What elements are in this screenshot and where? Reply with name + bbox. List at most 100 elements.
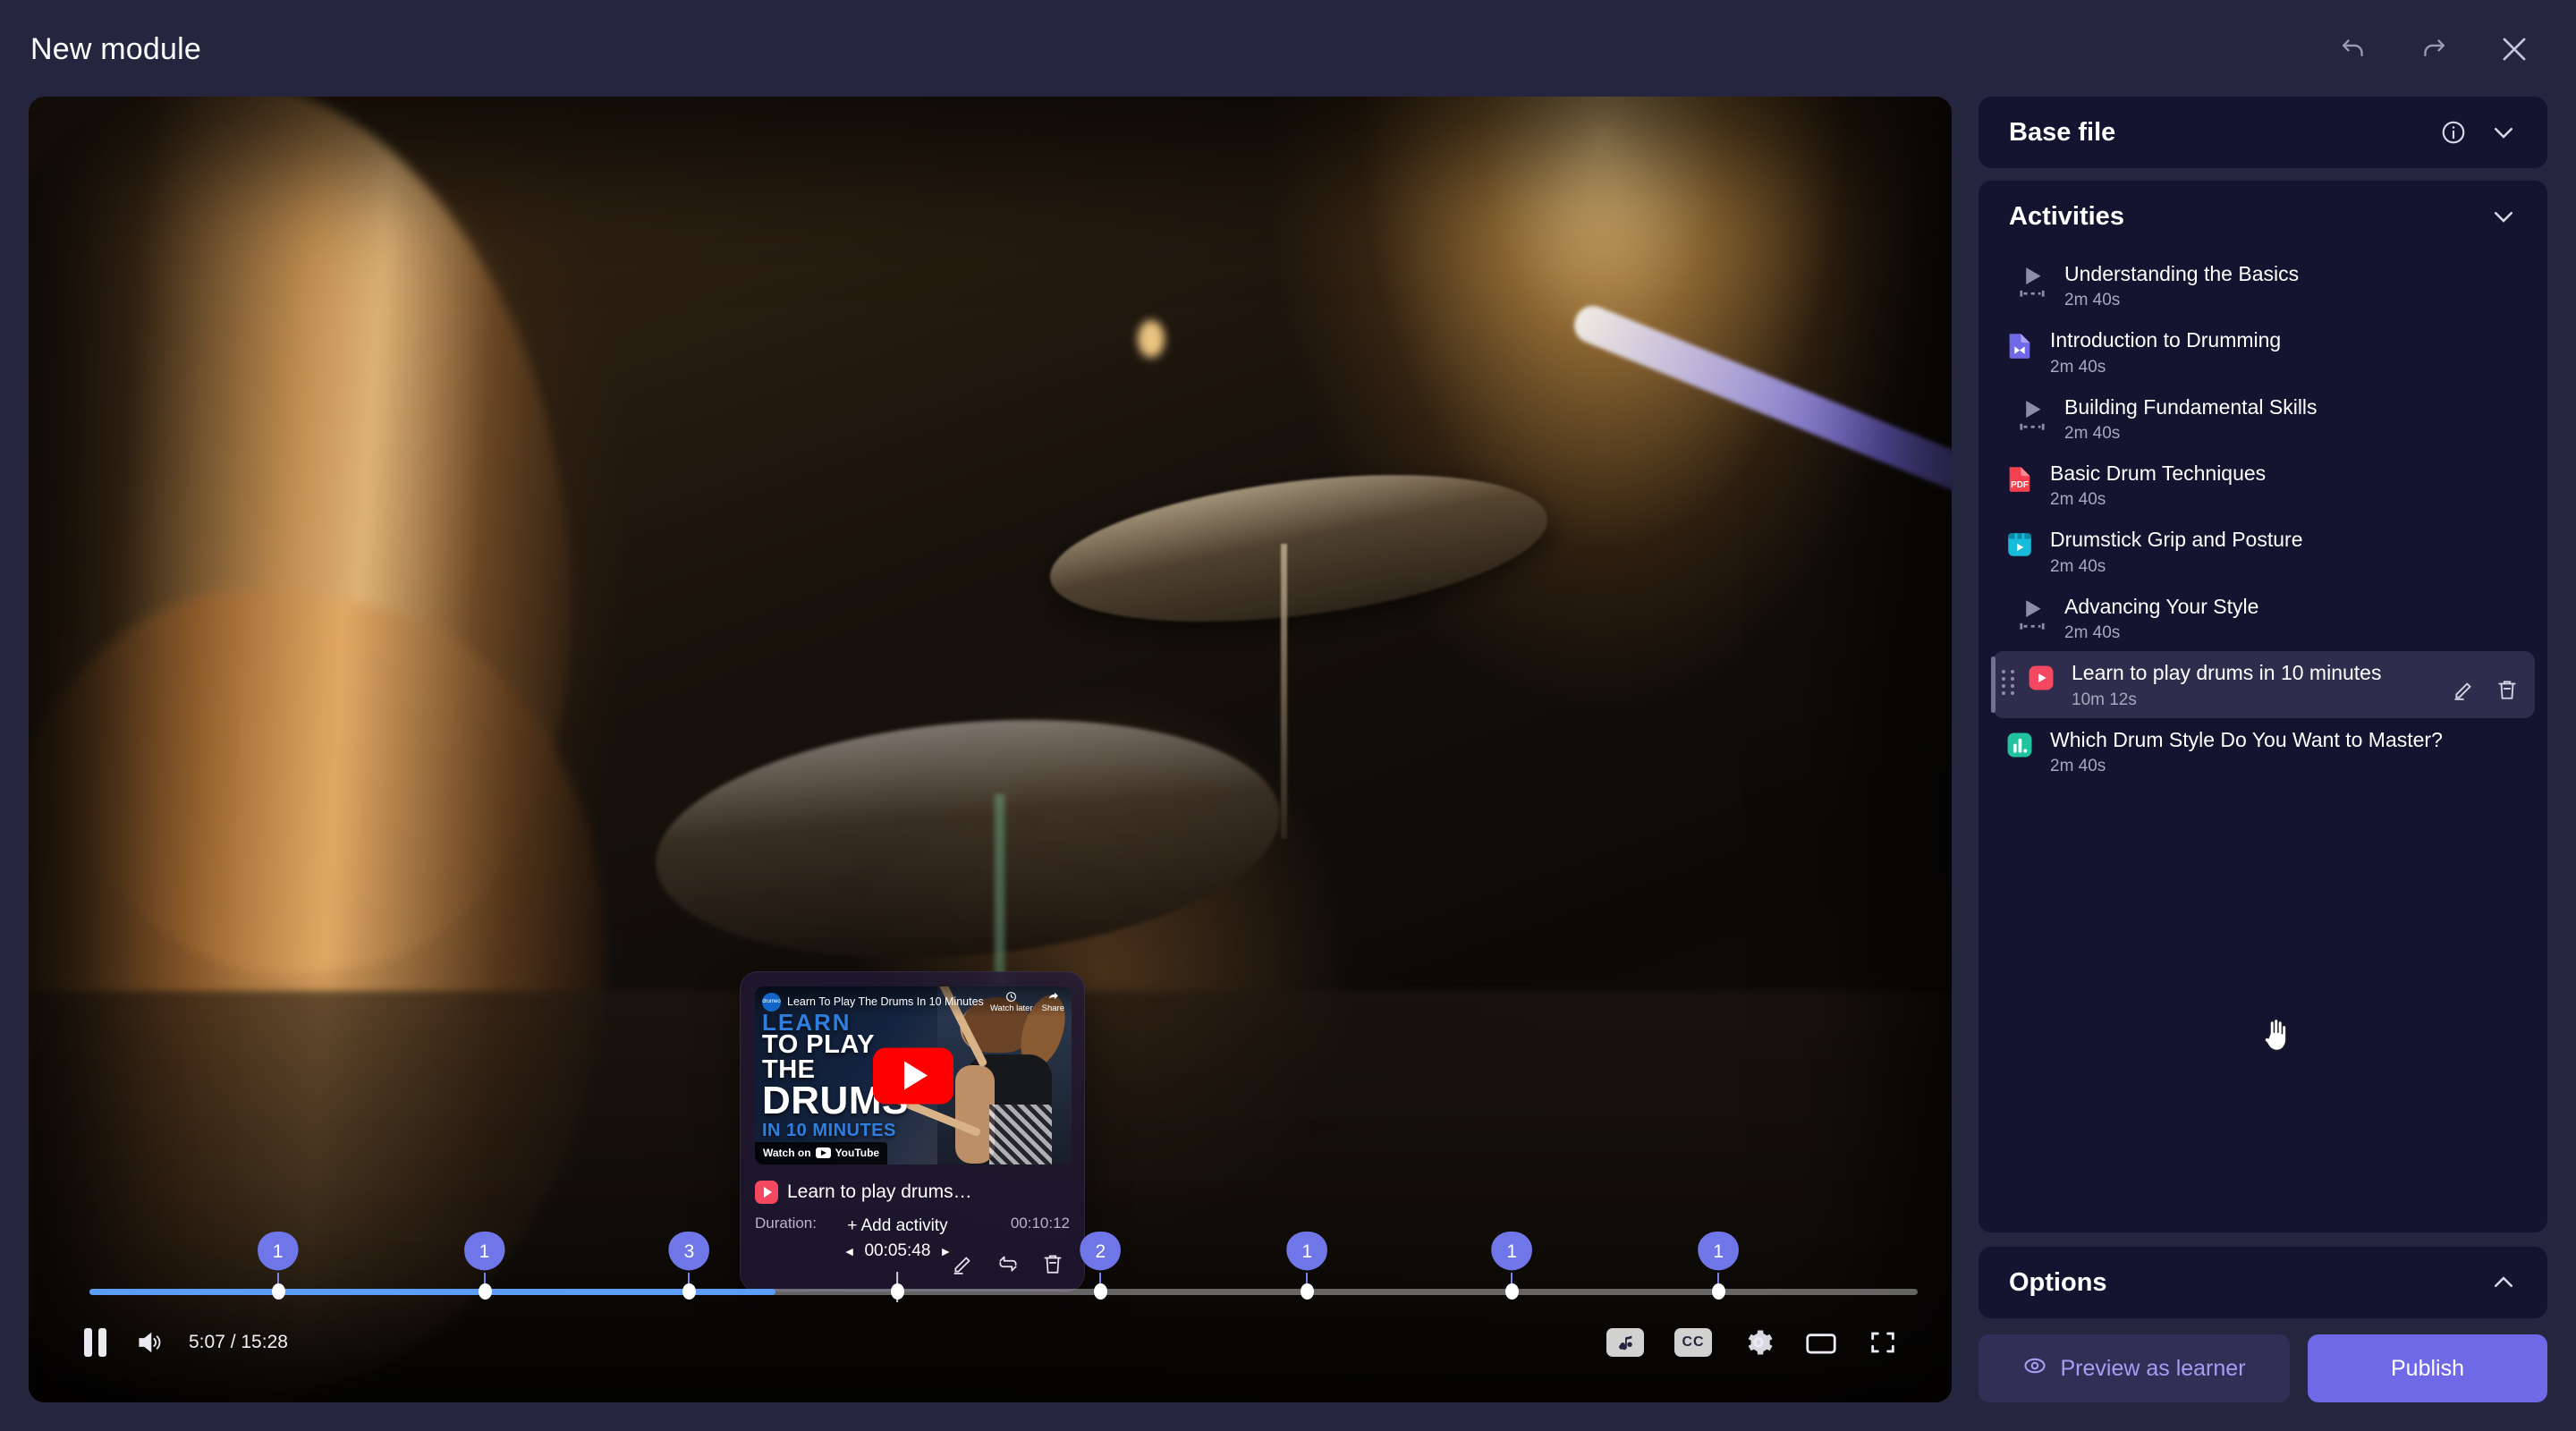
activity-duration: 2m 40s — [2050, 490, 2106, 510]
add-activity-label[interactable]: + Add activity — [843, 1216, 953, 1236]
activity-row[interactable]: Which Drum Style Do You Want to Master? 2… — [1991, 718, 2535, 784]
marker-count-badge[interactable]: 1 — [1698, 1232, 1740, 1271]
marker-count-badge[interactable]: 2 — [1080, 1232, 1122, 1271]
activity-row[interactable]: Drumstick Grip and Posture 2m 40s — [1991, 518, 2535, 584]
step-back-icon[interactable]: ◄ — [843, 1244, 856, 1258]
captions-icon[interactable]: CC — [1674, 1328, 1712, 1357]
activity-row[interactable]: Building Fundamental Skills 2m 40s — [1991, 385, 2535, 452]
channel-avatar: drumeo — [762, 992, 781, 1012]
activity-name: Drumstick Grip and Posture — [2050, 528, 2303, 552]
timeline-marker-dot[interactable] — [271, 1283, 285, 1300]
activity-duration: 2m 40s — [2064, 291, 2121, 310]
chapter-play-icon — [2017, 597, 2047, 635]
publish-label: Publish — [2391, 1355, 2464, 1381]
youtube-video-title: Learn To Play The Drums In 10 Minutes — [787, 995, 984, 1008]
mouse-cursor — [2261, 1016, 2292, 1058]
marker-count-badge[interactable]: 1 — [257, 1232, 299, 1271]
timeline-track[interactable]: 1 1 3 2 1 1 1 — [89, 1232, 1918, 1300]
activity-name: Understanding the Basics — [2064, 262, 2300, 285]
watch-later-label: Watch later — [989, 1003, 1033, 1013]
marker-count-badge[interactable]: 1 — [1491, 1232, 1533, 1271]
player-controls-right: CC — [1606, 1326, 1898, 1359]
publish-button[interactable]: Publish — [2308, 1334, 2547, 1402]
activity-row[interactable]: PDF Basic Drum Techniques 2m 40s — [1991, 452, 2535, 518]
preview-as-learner-label: Preview as learner — [2060, 1355, 2246, 1381]
activity-timeline[interactable]: + Add activity ◄ 00:05:48 ► 1 1 3 2 1 1 1 — [29, 1188, 1952, 1302]
options-title: Options — [2009, 1267, 2107, 1297]
info-icon[interactable] — [2440, 119, 2467, 146]
chapter-play-icon — [2017, 264, 2047, 302]
player-controls: 5:07 / 15:28 CC — [29, 1302, 1952, 1383]
activity-name: Building Fundamental Skills — [2064, 394, 2318, 419]
watch-on-youtube-badge[interactable]: Watch on YouTube — [755, 1142, 888, 1164]
edit-icon[interactable] — [2453, 678, 2476, 706]
options-panel[interactable]: Options — [1979, 1247, 2547, 1318]
volume-button[interactable] — [133, 1328, 165, 1357]
sidebar-footer: Preview as learner Publish — [1979, 1334, 2547, 1402]
activity-duration: 2m 40s — [2064, 623, 2121, 643]
activities-panel: Activities Understanding the Basics 2m 40… — [1979, 181, 2547, 1232]
activity-duration: 2m 40s — [2050, 756, 2106, 775]
app-header: New module — [0, 0, 2576, 98]
activity-row-selected[interactable]: Learn to play drums in 10 minutes 10m 12s — [1991, 651, 2535, 718]
youtube-icon — [2026, 663, 2056, 693]
youtube-thumbnail[interactable]: LEARN TO PLAY THE DRUMS IN 10 MINUTES dr… — [755, 986, 1072, 1164]
marker-count-badge[interactable]: 1 — [463, 1232, 505, 1271]
document-video-icon — [2004, 330, 2035, 360]
chevron-down-icon[interactable] — [2490, 119, 2517, 146]
drag-handle-icon[interactable] — [2002, 670, 2018, 696]
timeline-marker-dot[interactable] — [478, 1283, 492, 1300]
close-icon[interactable] — [2494, 29, 2535, 70]
activity-row[interactable]: Understanding the Basics 2m 40s — [1991, 252, 2535, 318]
delete-icon[interactable] — [2496, 678, 2519, 706]
video-stage[interactable]: LEARN TO PLAY THE DRUMS IN 10 MINUTES dr… — [29, 97, 1952, 1402]
activity-duration: 2m 40s — [2050, 556, 2106, 576]
activity-duration: 2m 40s — [2064, 424, 2121, 444]
youtube-wordmark: YouTube — [835, 1147, 880, 1159]
activity-name: Basic Drum Techniques — [2050, 461, 2267, 486]
activity-name: Advancing Your Style — [2064, 594, 2259, 618]
add-activity-control[interactable]: + Add activity ◄ 00:05:48 ► — [843, 1216, 953, 1302]
undo-icon[interactable] — [2333, 29, 2374, 70]
captions-label: CC — [1682, 1334, 1705, 1350]
fullscreen-icon[interactable] — [1868, 1327, 1898, 1358]
time-display: 5:07 / 15:28 — [189, 1332, 288, 1352]
chevron-up-icon[interactable] — [2490, 1269, 2517, 1296]
playhead-time-row: ◄ 00:05:48 ► — [843, 1241, 953, 1261]
playhead-time: 00:05:48 — [864, 1241, 931, 1260]
step-forward-icon[interactable]: ► — [939, 1244, 952, 1258]
base-file-title: Base file — [2009, 117, 2116, 147]
youtube-topbar: drumeo Learn To Play The Drums In 10 Min… — [755, 986, 1072, 1017]
share-button[interactable]: Share — [1042, 991, 1064, 1013]
activities-header[interactable]: Activities — [1979, 181, 2547, 252]
activity-name: Which Drum Style Do You Want to Master? — [2050, 727, 2443, 751]
base-file-panel[interactable]: Base file — [1979, 97, 2547, 168]
activity-row-tools — [2453, 678, 2519, 706]
watch-later-button[interactable]: Watch later — [990, 991, 1033, 1013]
app-root: New module LEARN TO PLAY THE DRUMS IN 10… — [0, 0, 2576, 1431]
share-label: Share — [1041, 1003, 1064, 1013]
settings-gear-icon[interactable] — [1742, 1326, 1775, 1359]
miniplayer-icon[interactable] — [1805, 1330, 1837, 1355]
options-header[interactable]: Options — [1979, 1247, 2547, 1318]
marker-count-badge[interactable]: 1 — [1286, 1232, 1328, 1271]
activities-list: Understanding the Basics 2m 40s Introducti… — [1979, 252, 2547, 800]
page-title: New module — [30, 31, 201, 66]
activity-row[interactable]: Introduction to Drumming 2m 40s — [1991, 318, 2535, 385]
activity-duration: 2m 40s — [2050, 357, 2106, 377]
marker-count-badge[interactable]: 3 — [668, 1232, 710, 1271]
right-sidebar: Base file Activities Understanding the B… — [1979, 97, 2547, 1402]
base-file-header[interactable]: Base file — [1979, 97, 2547, 168]
eye-icon — [2022, 1353, 2047, 1384]
preview-as-learner-button[interactable]: Preview as learner — [1979, 1334, 2290, 1402]
activities-title: Activities — [2009, 201, 2124, 231]
poll-bar-icon — [2004, 730, 2035, 760]
redo-icon[interactable] — [2413, 29, 2454, 70]
audio-track-icon[interactable] — [1606, 1328, 1644, 1357]
youtube-play-button[interactable] — [873, 1047, 953, 1104]
header-actions — [2333, 29, 2535, 70]
activity-row[interactable]: Advancing Your Style 2m 40s — [1991, 585, 2535, 651]
chevron-down-icon[interactable] — [2490, 203, 2517, 230]
pause-button[interactable] — [84, 1328, 106, 1357]
chapter-play-icon — [2017, 397, 2047, 436]
